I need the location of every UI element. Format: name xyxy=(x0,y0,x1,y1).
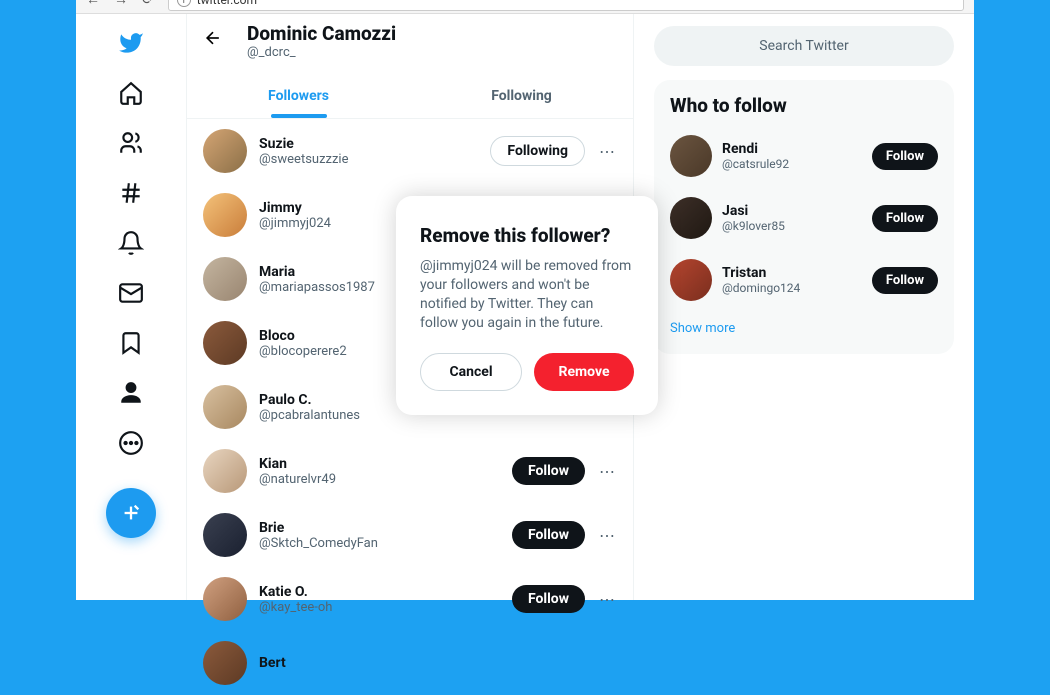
profile-header: Dominic Camozzi @_dcrc_ xyxy=(247,22,396,60)
show-more-link[interactable]: Show more xyxy=(654,311,954,346)
avatar[interactable] xyxy=(203,513,247,557)
compose-tweet-button[interactable] xyxy=(106,488,156,538)
profile-icon[interactable] xyxy=(118,380,144,406)
user-handle: @kay_tee-oh xyxy=(259,600,500,615)
avatar[interactable] xyxy=(203,641,247,685)
following-button[interactable]: Following xyxy=(490,136,585,166)
list-item[interactable]: Katie O. @kay_tee-oh Follow ⋯ xyxy=(187,567,633,631)
avatar[interactable] xyxy=(670,259,712,301)
avatar[interactable] xyxy=(203,449,247,493)
more-options-icon[interactable]: ⋯ xyxy=(597,590,617,609)
more-options-icon[interactable]: ⋯ xyxy=(597,526,617,545)
browser-reload-icon[interactable]: ⟳ xyxy=(142,0,154,8)
user-handle: @catsrule92 xyxy=(722,157,862,171)
search-input[interactable]: Search Twitter xyxy=(654,26,954,66)
user-name: Kian xyxy=(259,456,500,472)
dialog-actions: Cancel Remove xyxy=(420,353,634,391)
user-name: Suzie xyxy=(259,136,478,152)
avatar[interactable] xyxy=(203,385,247,429)
more-options-icon[interactable]: ⋯ xyxy=(597,142,617,161)
profile-handle: @_dcrc_ xyxy=(247,45,396,60)
user-info: Rendi @catsrule92 xyxy=(722,141,862,171)
user-info: Jasi @k9lover85 xyxy=(722,203,862,233)
twitter-logo-icon[interactable] xyxy=(118,30,144,56)
list-item[interactable]: Bert xyxy=(187,631,633,695)
avatar[interactable] xyxy=(203,577,247,621)
user-name: Bert xyxy=(259,655,617,671)
home-icon[interactable] xyxy=(118,80,144,106)
user-handle: @sweetsuzzzie xyxy=(259,152,478,167)
follow-button[interactable]: Follow xyxy=(872,143,938,170)
follow-button[interactable]: Follow xyxy=(512,585,585,613)
user-info: Kian @naturelvr49 xyxy=(259,456,500,487)
user-name: Katie O. xyxy=(259,584,500,600)
cancel-button[interactable]: Cancel xyxy=(420,353,522,391)
site-info-icon[interactable]: i xyxy=(177,0,191,7)
url-bar[interactable]: i twitter.com xyxy=(168,0,964,11)
who-to-follow-panel: Who to follow Rendi @catsrule92 Follow J… xyxy=(654,80,954,354)
list-item[interactable]: Suzie @sweetsuzzzie Following ⋯ xyxy=(187,119,633,183)
follow-button[interactable]: Follow xyxy=(872,267,938,294)
user-info: Bert xyxy=(259,655,617,671)
user-handle: @Sktch_ComedyFan xyxy=(259,536,500,551)
user-name: Jasi xyxy=(722,203,862,219)
who-to-follow-title: Who to follow xyxy=(654,94,954,125)
follow-button[interactable]: Follow xyxy=(512,457,585,485)
user-info: Suzie @sweetsuzzzie xyxy=(259,136,478,167)
user-name: Brie xyxy=(259,520,500,536)
more-icon[interactable] xyxy=(118,430,144,456)
back-button[interactable] xyxy=(203,22,223,52)
browser-back-icon[interactable]: ← xyxy=(86,0,100,8)
user-handle: @naturelvr49 xyxy=(259,472,500,487)
notifications-icon[interactable] xyxy=(118,230,144,256)
follow-button[interactable]: Follow xyxy=(512,521,585,549)
user-name: Rendi xyxy=(722,141,862,157)
page-header: Dominic Camozzi @_dcrc_ xyxy=(187,14,633,60)
right-column: Search Twitter Who to follow Rendi @cats… xyxy=(634,14,974,600)
follow-button[interactable]: Follow xyxy=(872,205,938,232)
bookmarks-icon[interactable] xyxy=(118,330,144,356)
nav-sidebar xyxy=(76,14,186,600)
browser-toolbar: ← → ⟳ i twitter.com xyxy=(76,0,974,14)
tab-following[interactable]: Following xyxy=(410,74,633,118)
user-info: Katie O. @kay_tee-oh xyxy=(259,584,500,615)
remove-button[interactable]: Remove xyxy=(534,353,634,391)
remove-follower-dialog: Remove this follower? @jimmyj024 will be… xyxy=(396,196,658,415)
user-handle: @k9lover85 xyxy=(722,219,862,233)
list-item[interactable]: Kian @naturelvr49 Follow ⋯ xyxy=(187,439,633,503)
more-options-icon[interactable]: ⋯ xyxy=(597,462,617,481)
dialog-title: Remove this follower? xyxy=(420,224,634,247)
profile-name: Dominic Camozzi xyxy=(247,22,396,45)
avatar[interactable] xyxy=(203,257,247,301)
avatar[interactable] xyxy=(670,135,712,177)
communities-icon[interactable] xyxy=(118,130,144,156)
user-info: Brie @Sktch_ComedyFan xyxy=(259,520,500,551)
list-item[interactable]: Brie @Sktch_ComedyFan Follow ⋯ xyxy=(187,503,633,567)
user-handle: @domingo124 xyxy=(722,281,862,295)
avatar[interactable] xyxy=(203,193,247,237)
tab-followers[interactable]: Followers xyxy=(187,74,410,118)
messages-icon[interactable] xyxy=(118,280,144,306)
follow-tabs: Followers Following xyxy=(187,74,633,119)
user-info: Tristan @domingo124 xyxy=(722,265,862,295)
dialog-body: @jimmyj024 will be removed from your fol… xyxy=(420,257,634,333)
suggestion-item[interactable]: Jasi @k9lover85 Follow xyxy=(654,187,954,249)
browser-forward-icon[interactable]: → xyxy=(114,0,128,8)
avatar[interactable] xyxy=(670,197,712,239)
suggestion-item[interactable]: Rendi @catsrule92 Follow xyxy=(654,125,954,187)
suggestion-item[interactable]: Tristan @domingo124 Follow xyxy=(654,249,954,311)
user-name: Tristan xyxy=(722,265,862,281)
explore-icon[interactable] xyxy=(118,180,144,206)
avatar[interactable] xyxy=(203,129,247,173)
url-text: twitter.com xyxy=(197,0,257,7)
search-placeholder: Search Twitter xyxy=(759,38,848,54)
avatar[interactable] xyxy=(203,321,247,365)
